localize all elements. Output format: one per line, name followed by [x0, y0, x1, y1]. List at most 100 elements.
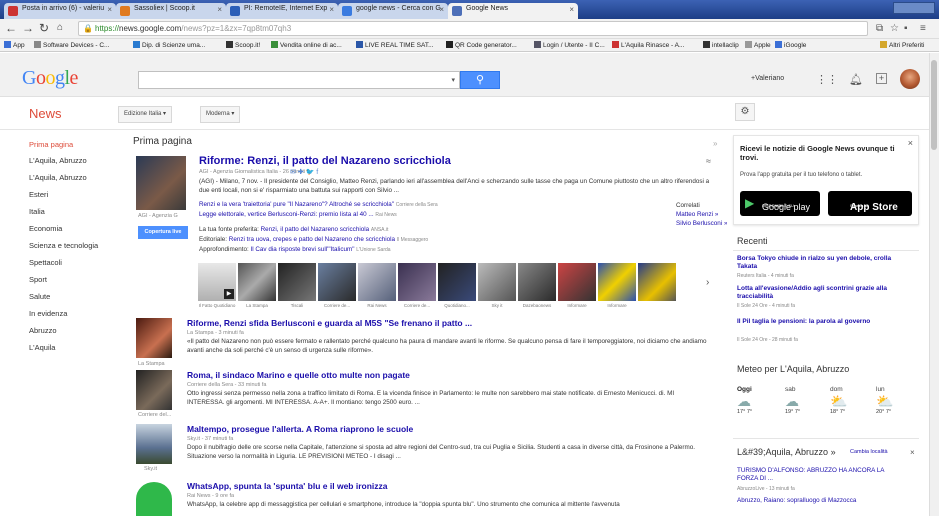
photo-thumb[interactable]: ▶	[198, 263, 236, 301]
sidebar-item-sport[interactable]: Sport	[29, 275, 47, 284]
live-coverage-button[interactable]: Copertura live	[138, 226, 188, 239]
photo-thumb[interactable]	[558, 263, 596, 301]
close-icon[interactable]: ×	[910, 448, 915, 457]
whatsapp-icon[interactable]	[136, 482, 172, 516]
close-icon[interactable]: ×	[569, 5, 574, 14]
tab[interactable]: PI: RemoteIE, Internet Exp ×	[226, 3, 338, 19]
reload-icon[interactable]: ↻	[39, 21, 49, 35]
news-title[interactable]: News	[29, 106, 62, 121]
star-icon[interactable]: ☆	[890, 23, 899, 34]
close-icon[interactable]: ×	[908, 138, 913, 148]
close-icon[interactable]: ×	[107, 5, 112, 14]
translate-icon[interactable]: ⧉	[876, 23, 883, 34]
photo-thumb[interactable]	[598, 263, 636, 301]
bookmark[interactable]: Login / Utente - II C...	[534, 41, 605, 49]
tab[interactable]: google news - Cerca con G ×	[338, 3, 448, 19]
photo-thumb[interactable]	[438, 263, 476, 301]
analysis-link[interactable]: Il Cav dia risposte brevi sull'"Italicum…	[250, 246, 354, 253]
sidebar-item-italia[interactable]: Italia	[29, 207, 45, 216]
home-icon[interactable]: ⌂	[57, 21, 63, 35]
chevron-right-icon[interactable]: ›	[706, 277, 709, 288]
story-title[interactable]: Riforme, Renzi sfida Berlusconi e guarda…	[187, 318, 472, 328]
story-title[interactable]: Roma, il sindaco Marino e quelle otto mu…	[187, 370, 410, 380]
bookmark[interactable]: Altri Preferiti	[880, 41, 924, 49]
story-title[interactable]: WhatsApp, spunta la 'spunta' blu e il we…	[187, 481, 388, 491]
favorite-link[interactable]: Renzi, il patto del Nazareno scricchiola	[261, 226, 370, 233]
photo-thumb[interactable]	[278, 263, 316, 301]
story-thumbnail[interactable]	[136, 318, 172, 358]
google-play-button[interactable]: ▶ DISPONIBILE SU Google play	[740, 191, 820, 216]
local-link[interactable]: Abruzzo, Raiano: sopralluogo di Mazzocca	[737, 497, 897, 505]
app-store-button[interactable]: Scarica su App Store	[828, 191, 912, 216]
close-icon[interactable]: ×	[329, 5, 334, 14]
search-button[interactable]: ⚲	[460, 71, 500, 89]
photo-thumb[interactable]	[358, 263, 396, 301]
close-icon[interactable]: ×	[439, 5, 444, 14]
share-icons[interactable]: ✉ ✚ 🐦 f	[290, 168, 318, 176]
chevron-down-icon[interactable]: ▾	[451, 76, 455, 84]
photo-thumb[interactable]	[638, 263, 676, 301]
sidebar-item-laquila[interactable]: L'Aquila, Abruzzo	[29, 156, 87, 165]
related-link[interactable]: Legge elettorale, vertice Berlusconi-Ren…	[199, 211, 599, 218]
sidebar-item-spettacoli[interactable]: Spettacoli	[29, 258, 62, 267]
back-icon[interactable]: ←	[5, 21, 17, 35]
bookmark[interactable]: LIVE REAL TIME SAT...	[356, 41, 434, 49]
share-plus-icon[interactable]: +	[876, 73, 887, 84]
edition-select[interactable]: Edizione Italia ▾	[118, 106, 173, 123]
tab[interactable]: Posta in arrivo (6) - valeriu ×	[4, 3, 116, 19]
sidebar-item-salute[interactable]: Salute	[29, 292, 50, 301]
bookmark[interactable]: Vendita online di ac...	[271, 41, 342, 49]
search-input[interactable]: ▾	[138, 71, 460, 89]
bookmark[interactable]: Dip. di Scienze uma...	[133, 41, 205, 49]
gear-icon[interactable]: ⚙	[735, 103, 755, 121]
editorial-link[interactable]: Renzi tra uova, crepes e patto del Nazar…	[229, 236, 395, 243]
photo-thumb[interactable]	[318, 263, 356, 301]
sidebar-item-scienza[interactable]: Scienza e tecnologia	[29, 241, 98, 250]
bookmark[interactable]: iGoogle	[775, 41, 806, 49]
window-controls[interactable]	[893, 2, 935, 14]
view-select[interactable]: Moderna ▾	[200, 106, 241, 123]
address-bar[interactable]: 🔒 https://news.google.com/news?pz=1&zx=7q…	[78, 21, 868, 36]
recent-link[interactable]: Borsa Tokyo chiude in rialzo su yen debo…	[737, 255, 907, 271]
story-title[interactable]: Maltempo, prosegue l'allerta. A Roma ria…	[187, 424, 413, 434]
photo-thumb[interactable]	[478, 263, 516, 301]
related-topic-berlusconi[interactable]: Silvio Berlusconi »	[676, 220, 727, 227]
sidebar-item-laquila-2[interactable]: L'Aquila, Abruzzo	[29, 173, 87, 182]
story-thumbnail[interactable]	[136, 424, 172, 464]
recent-link[interactable]: Lotta all'evasione/Addio agli scontrini …	[737, 285, 907, 301]
bookmark[interactable]: QR Code generator...	[446, 41, 517, 49]
sidebar-item-in-evidenza[interactable]: In evidenza	[29, 309, 67, 318]
photo-thumb[interactable]	[398, 263, 436, 301]
local-link[interactable]: TURISMO D'ALFONSO: ABRUZZO HA ANCORA LA …	[737, 467, 897, 483]
menu-icon[interactable]: ≡	[920, 23, 926, 34]
bell-icon[interactable]: 🔔︎	[849, 73, 863, 86]
photo-thumb[interactable]	[238, 263, 276, 301]
apps-grid-icon[interactable]: ⋮⋮	[816, 73, 838, 86]
forward-icon[interactable]: →	[22, 21, 34, 35]
change-location-link[interactable]: Cambia località	[850, 449, 888, 455]
related-link[interactable]: Renzi e la vera 'traiettoria' pure "Il N…	[199, 201, 599, 208]
extension-icon[interactable]: ▪	[904, 23, 908, 34]
photo-thumb[interactable]	[518, 263, 556, 301]
bookmark[interactable]: Software Devices - C...	[34, 41, 109, 49]
google-logo[interactable]: Google	[22, 67, 78, 90]
sidebar-item-esteri[interactable]: Esteri	[29, 190, 48, 199]
avatar[interactable]	[900, 69, 920, 89]
collapse-icon[interactable]: ≈	[706, 156, 711, 166]
sidebar-item-prima-pagina[interactable]: Prima pagina	[29, 140, 73, 149]
more-icon[interactable]: »	[713, 139, 717, 148]
close-icon[interactable]: ×	[217, 5, 222, 14]
tab[interactable]: Sassoliex | Scoop.it ×	[116, 3, 226, 19]
bookmark[interactable]: L'Aquila Rinasce - A...	[612, 41, 684, 49]
story-thumbnail[interactable]	[136, 156, 186, 210]
bookmark[interactable]: Scoop.it!	[226, 41, 260, 49]
related-topic-renzi[interactable]: Matteo Renzi »	[676, 211, 718, 218]
sidebar-item-abruzzo[interactable]: Abruzzo	[29, 326, 57, 335]
sidebar-item-laquila-3[interactable]: L'Aquila	[29, 343, 55, 352]
story-title[interactable]: Riforme: Renzi, il patto del Nazareno sc…	[199, 155, 451, 167]
sidebar-item-economia[interactable]: Economia	[29, 224, 62, 233]
weather-heading[interactable]: Meteo per L'Aquila, Abruzzo	[737, 364, 849, 374]
tab-active[interactable]: Google News ×	[448, 3, 578, 19]
local-heading[interactable]: L&#39;Aquila, Abruzzo »	[737, 447, 836, 457]
recent-link[interactable]: Il Pil taglia le pensioni: la parola al …	[737, 318, 907, 326]
